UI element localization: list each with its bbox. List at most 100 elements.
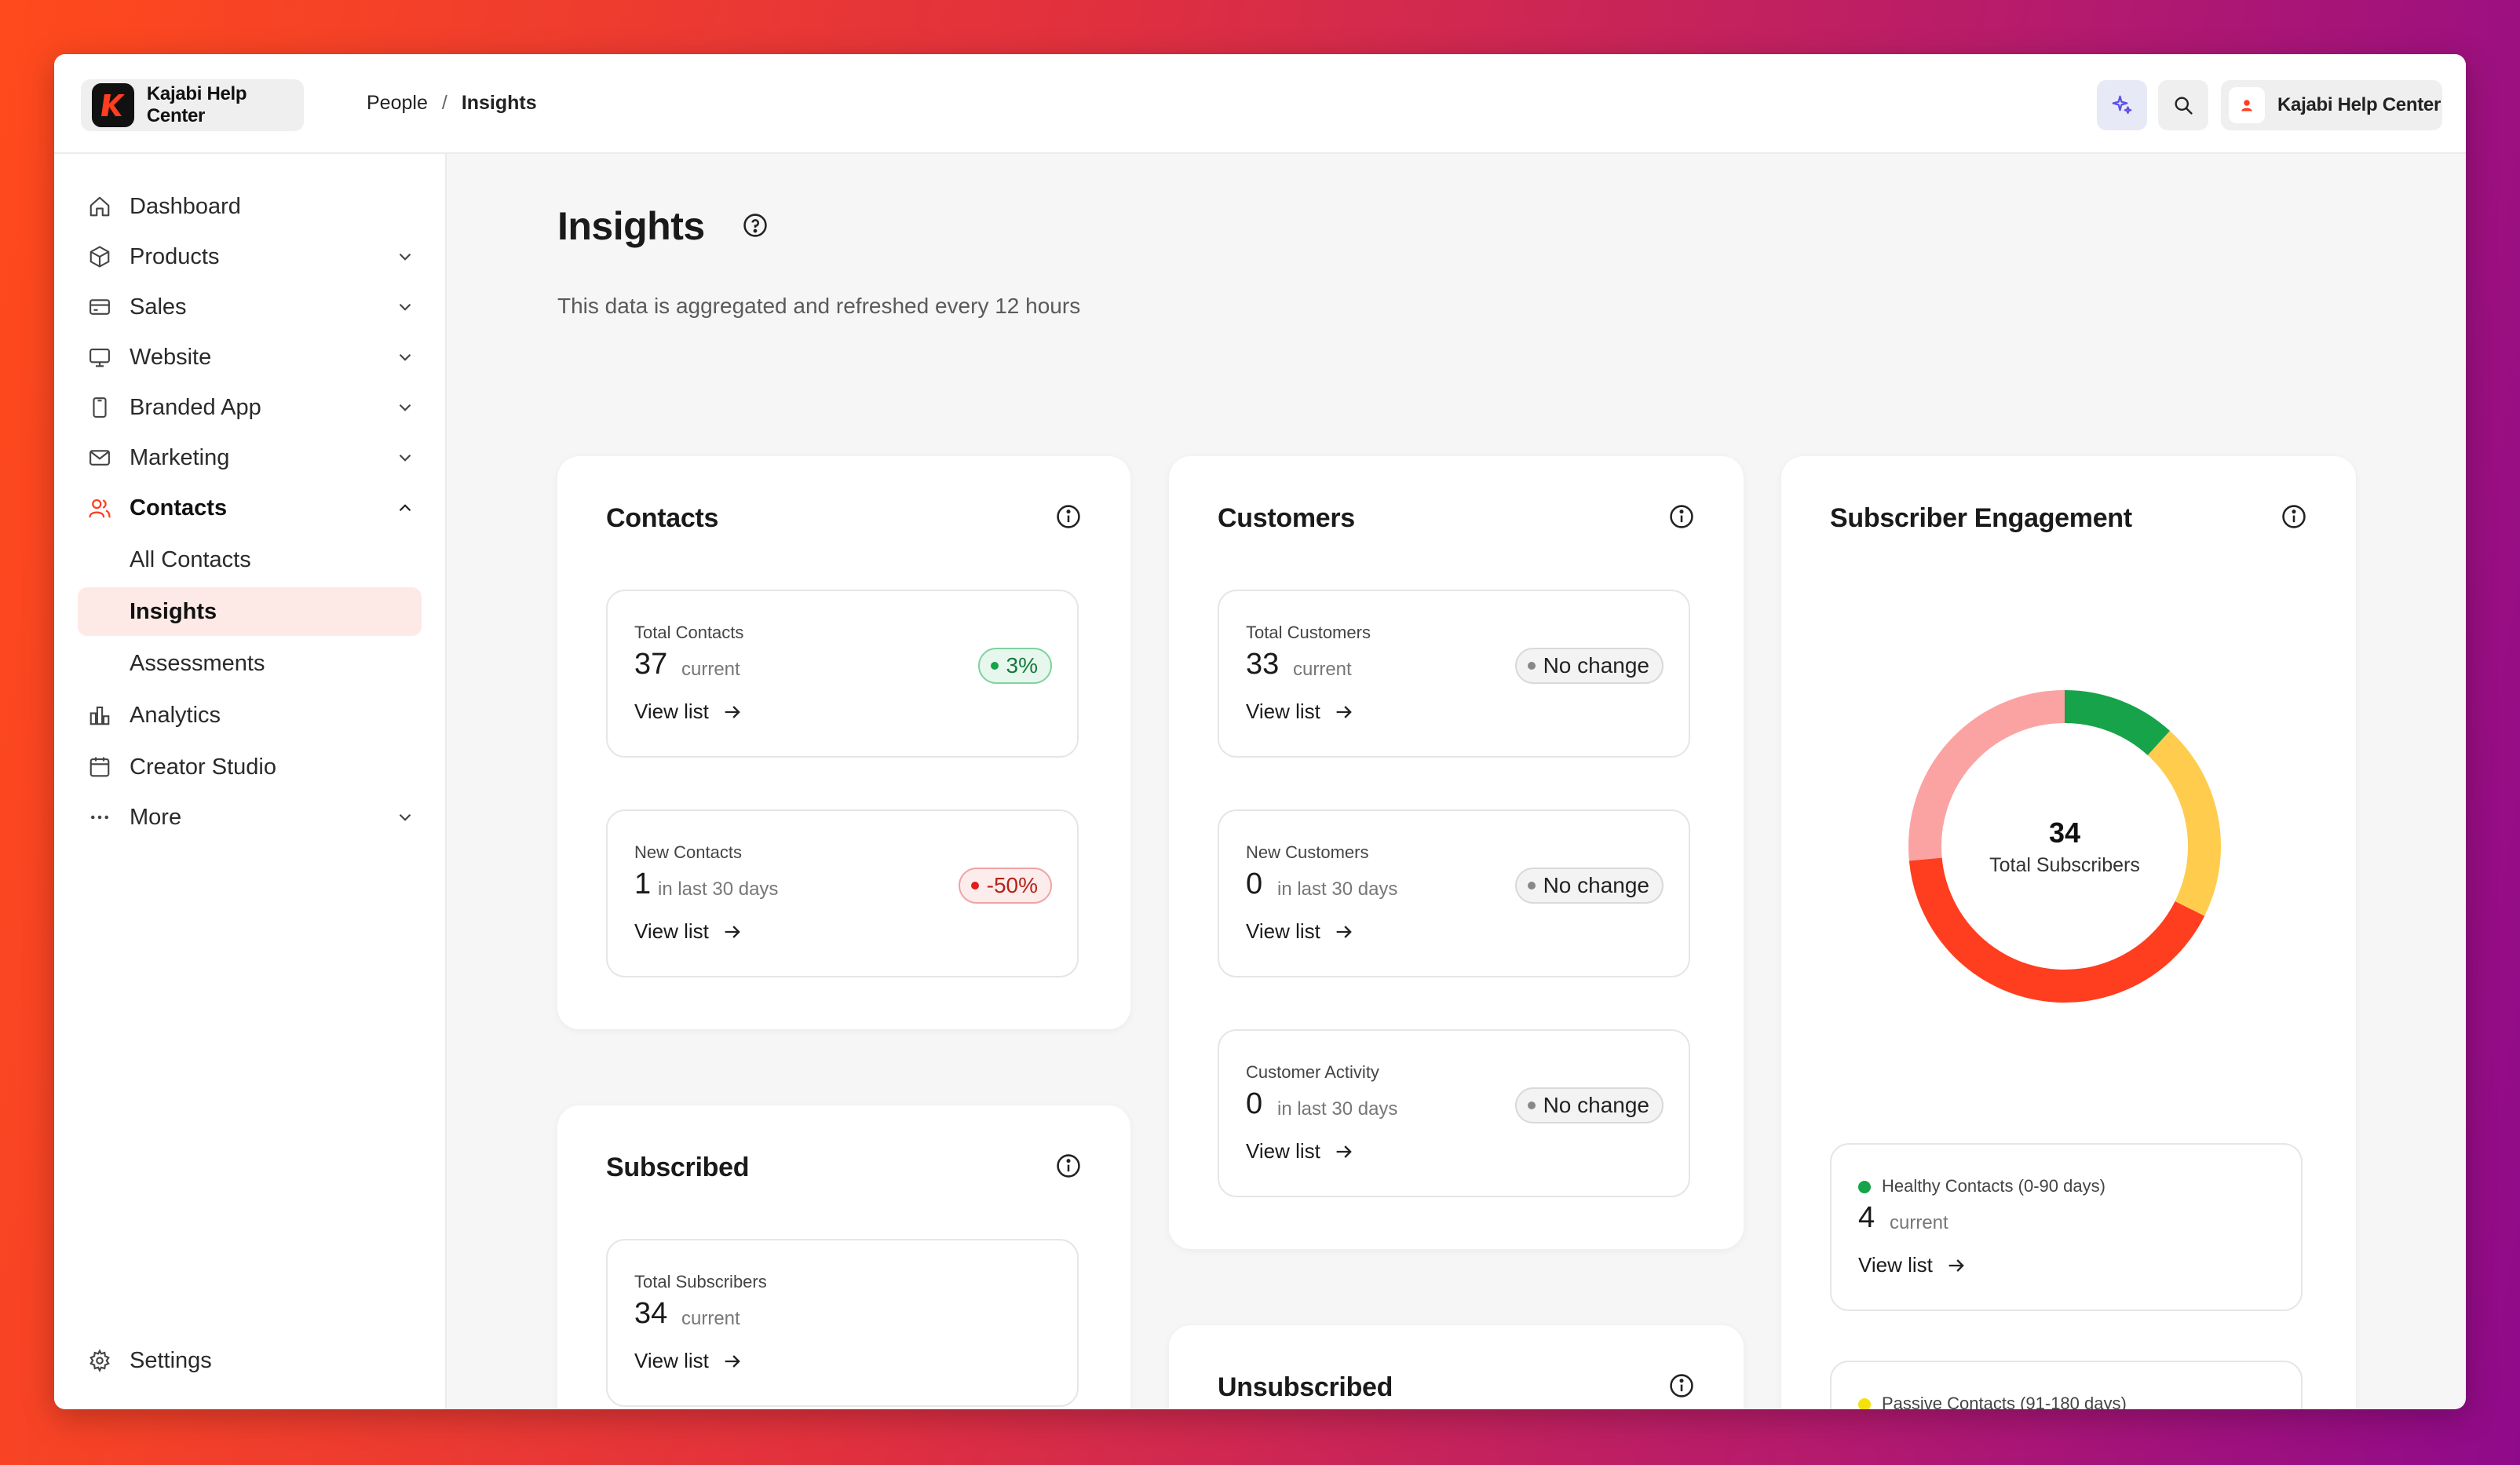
subscribed-card: Subscribed Total Subscribers 34 current … [557,1105,1130,1409]
search-button[interactable] [2158,80,2208,130]
info-icon[interactable] [1668,1372,1695,1403]
passive-contacts-stat: Passive Contacts (91-180 days) 7 current [1830,1361,2303,1409]
sidebar-item-label: Insights [130,598,217,624]
breadcrumb-people-link[interactable]: People [367,92,428,115]
users-icon [84,492,115,524]
change-value: No change [1543,653,1649,678]
stat-unit: in last 30 days [1277,879,1398,900]
legend-dot-healthy [1858,1181,1871,1193]
chevron-down-icon [399,404,411,411]
mail-icon [84,442,115,473]
stat-unit: in last 30 days [658,879,779,900]
top-bar: Kajabi Help Center People / Insights Kaj… [54,54,2466,154]
page-subtitle: This data is aggregated and refreshed ev… [557,294,1081,318]
arrow-right-icon [725,925,740,938]
change-badge: -50% [958,868,1052,904]
view-list-link[interactable]: View list [634,919,743,944]
sidebar-item-insights[interactable]: Insights [78,587,422,636]
customers-card: Customers Total Customers 33 current No … [1169,456,1744,1249]
stat-value: 33 [1246,648,1280,681]
user-icon [2241,100,2252,111]
help-icon[interactable] [742,212,769,243]
view-list-label: View list [1858,1253,1933,1277]
stat-label: New Customers [1246,842,1369,862]
ai-assistant-button[interactable] [2097,80,2147,130]
view-list-label: View list [1246,700,1320,723]
sidebar-item-more[interactable]: More [78,793,422,842]
sidebar-item-label: Marketing [130,444,230,470]
sidebar-item-label: Analytics [130,702,221,728]
info-icon[interactable] [1055,503,1082,534]
sidebar-item-label: Dashboard [130,193,241,219]
stat-unit: current [1293,659,1352,680]
sidebar: Dashboard Products Sales Website Branded… [54,154,447,1409]
sidebar-item-label: Website [130,344,212,370]
chevron-down-icon [399,353,411,361]
card-title: Subscribed [606,1153,750,1182]
sidebar-item-products[interactable]: Products [78,232,422,281]
sparkles-icon [2112,95,2132,115]
change-value: 3% [1006,653,1038,678]
sidebar-item-website[interactable]: Website [78,333,422,382]
change-value: No change [1543,873,1649,897]
legend-dot-passive [1858,1398,1871,1409]
chevron-down-icon [399,454,411,462]
sidebar-item-settings[interactable]: Settings [78,1336,422,1385]
view-list-link[interactable]: View list [1246,919,1355,944]
chevron-down-icon [399,303,411,311]
info-icon[interactable] [1055,1153,1082,1183]
bar-chart-icon [84,700,115,731]
sidebar-item-label: Branded App [130,394,261,420]
view-list-label: View list [634,700,709,723]
stat-label: Total Contacts [634,623,744,642]
search-icon [2175,97,2193,115]
arrow-right-icon [1948,1259,1964,1272]
total-customers-stat: Total Customers 33 current No change Vie… [1218,590,1690,758]
sidebar-item-all-contacts[interactable]: All Contacts [78,535,422,584]
view-list-link[interactable]: View list [1246,1139,1355,1164]
view-list-label: View list [634,919,709,943]
chevron-down-icon [399,253,411,261]
view-list-link[interactable]: View list [634,700,743,724]
sidebar-item-contacts[interactable]: Contacts [78,484,422,532]
view-list-label: View list [634,1349,709,1372]
change-value: -50% [986,873,1038,897]
contacts-card: Contacts Total Contacts 37 current 3% Vi… [557,456,1130,1029]
sidebar-item-dashboard[interactable]: Dashboard [78,182,422,231]
sidebar-item-label: Settings [130,1347,212,1373]
sidebar-item-analytics[interactable]: Analytics [78,691,422,740]
sidebar-item-creator-studio[interactable]: Creator Studio [78,743,422,791]
new-contacts-stat: New Contacts 1 in last 30 days -50% View… [606,809,1079,977]
stat-label: Total Subscribers [634,1272,767,1291]
stat-value: 34 [634,1297,668,1330]
stat-value: 0 [1246,868,1263,901]
sidebar-item-assessments[interactable]: Assessments [78,639,422,688]
sidebar-item-branded-app[interactable]: Branded App [78,383,422,432]
info-icon[interactable] [2281,503,2307,534]
change-badge: No change [1514,868,1664,904]
home-icon [84,191,115,222]
info-icon[interactable] [1668,503,1695,534]
donut-total-label: Total Subscribers [1989,853,2140,876]
stat-unit: current [1890,1212,1948,1233]
stat-value: 1 [634,868,652,901]
view-list-link[interactable]: View list [1246,700,1355,724]
view-list-link[interactable]: View list [1858,1253,1967,1277]
healthy-contacts-stat: Healthy Contacts (0-90 days) 4 current V… [1830,1143,2303,1311]
stat-label: Total Customers [1246,623,1371,642]
change-badge: 3% [977,648,1052,684]
main-content: Insights This data is aggregated and ref… [447,154,2466,1409]
dots-icon [84,802,115,833]
brand-switcher[interactable]: Kajabi Help Center [81,79,304,131]
sidebar-item-label: More [130,804,182,830]
account-menu-button[interactable]: Kajabi Help Center [2221,80,2442,130]
total-contacts-stat: Total Contacts 37 current 3% View list [606,590,1079,758]
stat-value: 0 [1246,1087,1263,1120]
sidebar-item-marketing[interactable]: Marketing [78,433,422,482]
card-title: Contacts [606,503,719,533]
arrow-right-icon [725,705,740,718]
stat-label: Customer Activity [1246,1062,1379,1082]
kajabi-logo-icon [92,83,134,127]
view-list-link[interactable]: View list [634,1349,743,1373]
sidebar-item-sales[interactable]: Sales [78,283,422,331]
